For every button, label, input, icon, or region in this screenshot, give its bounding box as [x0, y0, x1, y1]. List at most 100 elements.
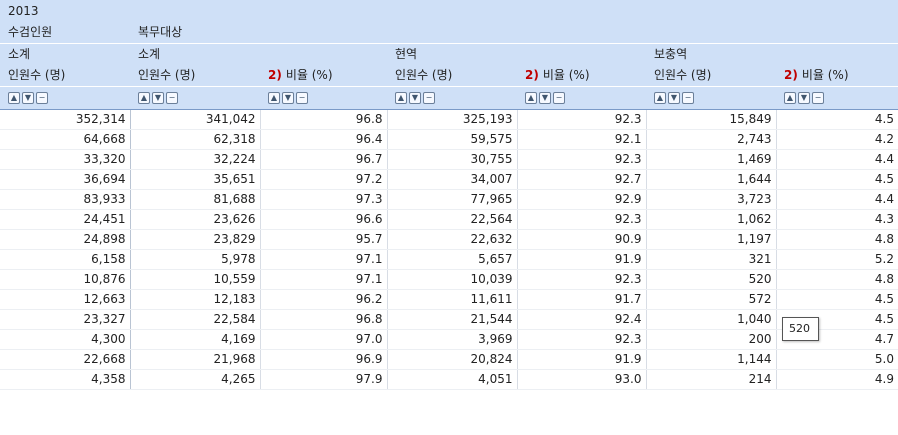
table-cell[interactable]: 352,314 [0, 109, 131, 130]
footnote-marker[interactable]: 2) [268, 68, 282, 82]
table-cell[interactable]: 92.3 [517, 109, 647, 130]
table-cell[interactable]: 92.3 [517, 269, 647, 290]
sort-reset-icon[interactable]: − [296, 92, 308, 104]
table-cell[interactable]: 1,197 [646, 229, 777, 250]
sort-ascending-icon[interactable]: ▲ [8, 92, 20, 104]
table-cell[interactable]: 4.5 [776, 109, 898, 130]
table-cell[interactable]: 22,564 [387, 209, 518, 230]
table-cell[interactable]: 35,651 [130, 169, 261, 190]
table-cell[interactable]: 5.0 [776, 349, 898, 370]
table-cell[interactable]: 1,062 [646, 209, 777, 230]
table-cell[interactable]: 321 [646, 249, 777, 270]
table-cell[interactable]: 5,978 [130, 249, 261, 270]
sort-reset-icon[interactable]: − [423, 92, 435, 104]
table-cell[interactable]: 92.3 [517, 149, 647, 170]
table-cell[interactable]: 34,007 [387, 169, 518, 190]
sort-descending-icon[interactable]: ▼ [798, 92, 810, 104]
sort-ascending-icon[interactable]: ▲ [784, 92, 796, 104]
sort-reset-icon[interactable]: − [553, 92, 565, 104]
table-cell[interactable]: 520 [646, 269, 777, 290]
table-cell[interactable]: 2,743 [646, 129, 777, 150]
table-cell[interactable]: 90.9 [517, 229, 647, 250]
table-cell[interactable]: 22,584 [130, 309, 261, 330]
sort-descending-icon[interactable]: ▼ [409, 92, 421, 104]
table-cell[interactable]: 341,042 [130, 109, 261, 130]
table-cell[interactable]: 21,544 [387, 309, 518, 330]
footnote-marker[interactable]: 2) [525, 68, 539, 82]
table-cell[interactable]: 4.4 [776, 189, 898, 210]
table-cell[interactable]: 6,158 [0, 249, 131, 270]
table-cell[interactable]: 572 [646, 289, 777, 310]
table-cell[interactable]: 4.2 [776, 129, 898, 150]
table-cell[interactable]: 83,933 [0, 189, 131, 210]
table-cell[interactable]: 4.5 [776, 289, 898, 310]
sort-ascending-icon[interactable]: ▲ [268, 92, 280, 104]
table-cell[interactable]: 92.9 [517, 189, 647, 210]
sort-ascending-icon[interactable]: ▲ [654, 92, 666, 104]
table-cell[interactable]: 92.3 [517, 209, 647, 230]
table-cell[interactable]: 81,688 [130, 189, 261, 210]
table-cell[interactable]: 23,829 [130, 229, 261, 250]
table-cell[interactable]: 10,559 [130, 269, 261, 290]
table-cell[interactable]: 32,224 [130, 149, 261, 170]
table-cell[interactable]: 92.3 [517, 329, 647, 350]
table-cell[interactable]: 91.7 [517, 289, 647, 310]
table-cell[interactable]: 20,824 [387, 349, 518, 370]
table-cell[interactable]: 12,183 [130, 289, 261, 310]
table-cell[interactable]: 96.6 [260, 209, 388, 230]
table-cell[interactable]: 97.9 [260, 369, 388, 390]
table-cell[interactable]: 33,320 [0, 149, 131, 170]
table-cell[interactable]: 24,898 [0, 229, 131, 250]
table-cell[interactable]: 36,694 [0, 169, 131, 190]
table-cell[interactable]: 1,644 [646, 169, 777, 190]
table-cell[interactable]: 64,668 [0, 129, 131, 150]
table-cell[interactable]: 1,469 [646, 149, 777, 170]
sort-reset-icon[interactable]: − [812, 92, 824, 104]
sort-ascending-icon[interactable]: ▲ [525, 92, 537, 104]
footnote-marker[interactable]: 2) [784, 68, 798, 82]
table-cell[interactable]: 97.2 [260, 169, 388, 190]
table-cell[interactable]: 77,965 [387, 189, 518, 210]
sort-descending-icon[interactable]: ▼ [539, 92, 551, 104]
sort-reset-icon[interactable]: − [166, 92, 178, 104]
table-cell[interactable]: 96.8 [260, 109, 388, 130]
sort-ascending-icon[interactable]: ▲ [395, 92, 407, 104]
table-cell[interactable]: 59,575 [387, 129, 518, 150]
table-cell[interactable]: 92.1 [517, 129, 647, 150]
table-cell[interactable]: 1,144 [646, 349, 777, 370]
table-cell[interactable]: 91.9 [517, 349, 647, 370]
table-cell[interactable]: 95.7 [260, 229, 388, 250]
table-cell[interactable]: 97.1 [260, 249, 388, 270]
table-cell[interactable]: 4,169 [130, 329, 261, 350]
table-cell[interactable]: 4.3 [776, 209, 898, 230]
table-cell[interactable]: 4,265 [130, 369, 261, 390]
sort-reset-icon[interactable]: − [36, 92, 48, 104]
sort-reset-icon[interactable]: − [682, 92, 694, 104]
table-cell[interactable]: 4.5 [776, 169, 898, 190]
table-cell[interactable]: 11,611 [387, 289, 518, 310]
table-cell[interactable]: 214 [646, 369, 777, 390]
table-cell[interactable]: 21,968 [130, 349, 261, 370]
table-cell[interactable]: 10,039 [387, 269, 518, 290]
table-cell[interactable]: 97.0 [260, 329, 388, 350]
table-cell[interactable]: 96.8 [260, 309, 388, 330]
sort-descending-icon[interactable]: ▼ [282, 92, 294, 104]
table-cell[interactable]: 12,663 [0, 289, 131, 310]
table-cell[interactable]: 4.4 [776, 149, 898, 170]
table-cell[interactable]: 92.7 [517, 169, 647, 190]
table-cell[interactable]: 3,723 [646, 189, 777, 210]
table-cell[interactable]: 91.9 [517, 249, 647, 270]
table-cell[interactable]: 96.9 [260, 349, 388, 370]
table-cell[interactable]: 22,632 [387, 229, 518, 250]
table-cell[interactable]: 23,626 [130, 209, 261, 230]
table-cell[interactable]: 4,300 [0, 329, 131, 350]
table-cell[interactable]: 93.0 [517, 369, 647, 390]
table-cell[interactable]: 5.2 [776, 249, 898, 270]
table-cell[interactable]: 97.3 [260, 189, 388, 210]
table-cell[interactable]: 23,327 [0, 309, 131, 330]
table-cell[interactable]: 22,668 [0, 349, 131, 370]
table-cell[interactable]: 96.2 [260, 289, 388, 310]
table-cell[interactable]: 3,969 [387, 329, 518, 350]
table-cell[interactable]: 4.9 [776, 369, 898, 390]
table-cell[interactable]: 30,755 [387, 149, 518, 170]
